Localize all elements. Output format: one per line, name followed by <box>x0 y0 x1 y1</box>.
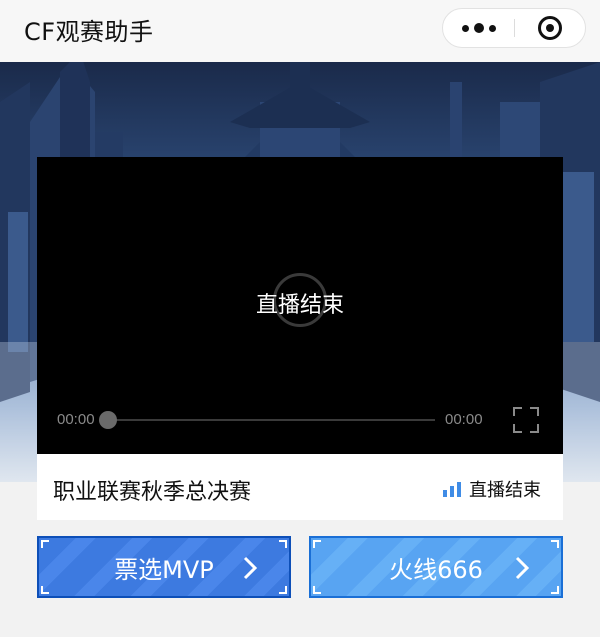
title-bar: CF观赛助手 <box>0 0 600 62</box>
app-root: CF观赛助手 直播结束 00:00 00:00 职业联赛秋季总决赛 直播结束 票… <box>0 0 600 637</box>
event-info-bar: 职业联赛秋季总决赛 直播结束 <box>37 454 563 520</box>
app-title: CF观赛助手 <box>24 18 154 46</box>
fullscreen-icon[interactable] <box>513 407 539 433</box>
live-status: 直播结束 <box>443 476 541 502</box>
vote-mvp-label: 票选MVP <box>114 555 214 584</box>
progress-track[interactable] <box>107 419 435 421</box>
signal-bars-icon <box>443 481 461 497</box>
video-player[interactable]: 直播结束 00:00 00:00 <box>37 157 563 454</box>
mini-program-capsule <box>442 8 586 48</box>
chevron-right-icon <box>243 556 258 580</box>
huoxian-666-button[interactable]: 火线666 <box>309 536 563 598</box>
vote-mvp-button[interactable]: 票选MVP <box>37 536 291 598</box>
live-status-text: 直播结束 <box>469 480 541 501</box>
event-title: 职业联赛秋季总决赛 <box>53 480 252 505</box>
more-dots-icon[interactable] <box>443 9 514 47</box>
huoxian-666-label: 火线666 <box>389 555 483 584</box>
target-close-icon[interactable] <box>515 9 585 47</box>
chevron-right-icon <box>515 556 530 580</box>
duration-time: 00:00 <box>445 411 483 428</box>
player-status-text: 直播结束 <box>255 293 344 318</box>
progress-knob[interactable] <box>99 411 117 429</box>
current-time: 00:00 <box>57 411 95 428</box>
